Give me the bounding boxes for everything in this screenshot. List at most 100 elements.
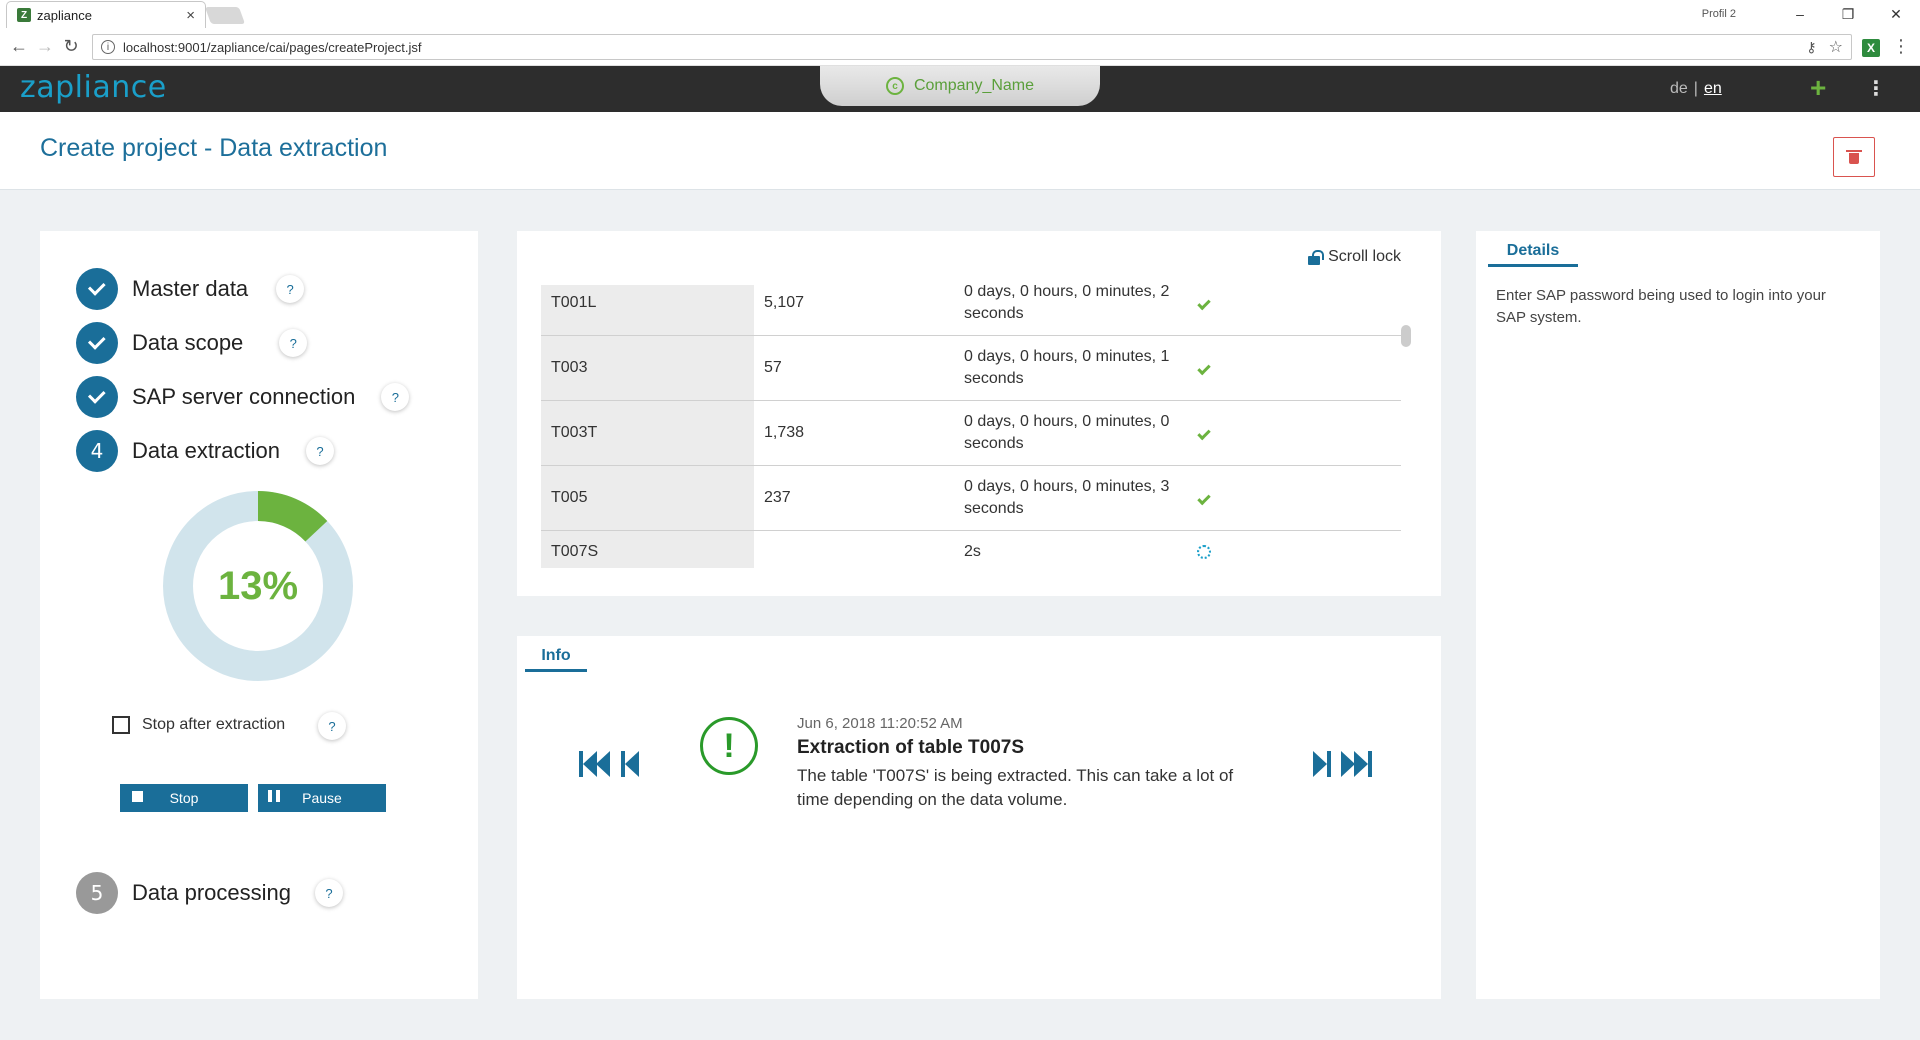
details-text: Enter SAP password being used to login i… (1496, 287, 1826, 326)
step-label: SAP server connection (132, 384, 356, 409)
row-count-cell: 5,107 (764, 294, 805, 311)
browser-menu-icon[interactable]: ⋮ (1892, 36, 1910, 57)
restore-icon[interactable]: ❐ (1824, 6, 1872, 23)
pause-button[interactable]: Pause (258, 784, 386, 812)
url-text[interactable]: localhost:9001/zapliance/cai/pages/creat… (123, 40, 1806, 55)
extension-icon[interactable]: X (1862, 39, 1880, 57)
help-icon[interactable]: ? (276, 275, 305, 303)
company-refresh-icon: c (885, 77, 904, 95)
message-body: The table 'T007S' is being extracted. Th… (797, 766, 1234, 809)
pause-button-label: Pause (302, 790, 342, 806)
table-name-cell: T007S (541, 531, 754, 568)
browser-tab[interactable]: Z zapliance × (6, 1, 206, 28)
bookmark-star-icon[interactable]: ☆ (1829, 37, 1843, 57)
reload-icon[interactable]: ↻ (60, 36, 82, 57)
step-label: Data processing (132, 880, 291, 905)
add-project-plus-icon[interactable]: + (1810, 72, 1826, 104)
help-icon[interactable]: ? (314, 879, 343, 907)
step-check-icon (76, 268, 118, 310)
stop-button[interactable]: Stop (120, 784, 248, 812)
unlock-icon (1308, 250, 1325, 265)
zapliance-favicon-icon: Z (17, 8, 31, 22)
row-count-cell: 237 (764, 489, 791, 506)
step-label: Master data (132, 276, 249, 301)
company-selector[interactable]: c Company_Name (820, 66, 1100, 106)
duration-cell: 0 days, 0 hours, 0 minutes, 2 seconds (964, 285, 1170, 322)
lang-en-link[interactable]: en (1704, 80, 1722, 97)
status-cell (1184, 285, 1224, 335)
delete-project-button[interactable] (1833, 137, 1875, 177)
app-header: zapliance c Company_Name de | en + ⋮ (0, 66, 1920, 112)
table-row: T001L 5,107 0 days, 0 hours, 0 minutes, … (541, 285, 1401, 336)
duration-cell: 2s (964, 542, 981, 560)
tab-info[interactable]: Info (525, 642, 587, 672)
stop-after-checkbox[interactable] (112, 716, 130, 734)
url-field[interactable]: i localhost:9001/zapliance/cai/pages/cre… (92, 34, 1852, 60)
loading-spinner-icon (1197, 544, 1211, 559)
key-icon[interactable]: ⚷ (1806, 39, 1816, 56)
back-arrow-icon[interactable]: ← (8, 36, 30, 57)
step-number: 5 (76, 872, 118, 914)
status-cell (1184, 401, 1224, 465)
next-navigation (1313, 750, 1377, 778)
stop-after-label: Stop after extraction (142, 716, 286, 733)
scroll-lock-toggle[interactable]: Scroll lock (1308, 248, 1401, 266)
duration-cell: 0 days, 0 hours, 0 minutes, 0 seconds (964, 413, 1170, 452)
table-scroll-area[interactable]: T001L 5,107 0 days, 0 hours, 0 minutes, … (541, 285, 1401, 568)
step-label: Data scope (132, 330, 244, 355)
stop-after-extraction-option[interactable]: Stop after extraction (112, 716, 285, 734)
step-label: Data extraction (132, 438, 280, 463)
lang-de-link[interactable]: de (1670, 80, 1688, 97)
next-message-icon[interactable] (1313, 750, 1335, 778)
tab-details[interactable]: Details (1488, 237, 1578, 267)
prev-navigation (579, 750, 643, 778)
close-window-icon[interactable]: ✕ (1872, 6, 1920, 23)
step-number: 4 (76, 430, 118, 472)
help-icon[interactable]: ? (318, 712, 346, 740)
table-scrollbar[interactable] (1401, 325, 1411, 347)
table-name-cell: T003 (541, 336, 754, 400)
message-timestamp: Jun 6, 2018 11:20:52 AM (797, 715, 963, 732)
last-message-icon[interactable] (1341, 750, 1377, 778)
site-info-icon[interactable]: i (101, 40, 115, 54)
exclamation-icon: ! (700, 717, 758, 775)
forward-arrow-icon[interactable]: → (34, 36, 56, 57)
app-menu-icon[interactable]: ⋮ (1866, 76, 1886, 101)
success-check-icon (1197, 361, 1211, 375)
steps-panel: Master data ? Data scope ? SAP server co… (40, 231, 478, 999)
row-count-cell (754, 531, 964, 568)
browser-tab-bar: Z zapliance × Profil 2 – ❐ ✕ (0, 0, 1920, 28)
message-title: Extraction of table T007S (797, 737, 1025, 758)
trash-icon (1846, 150, 1862, 164)
stop-button-label: Stop (169, 790, 199, 806)
step-sap-server-connection[interactable]: SAP server connection ? (76, 376, 410, 418)
duration-cell: 0 days, 0 hours, 0 minutes, 3 seconds (964, 478, 1170, 517)
step-master-data[interactable]: Master data ? (76, 268, 305, 310)
new-tab-button[interactable] (204, 7, 246, 24)
profile-label[interactable]: Profil 2 (1702, 8, 1736, 20)
row-count-cell: 57 (764, 359, 782, 376)
table-name-cell: T001L (541, 285, 754, 335)
help-icon[interactable]: ? (279, 329, 308, 357)
step-data-processing[interactable]: 5 Data processing ? (76, 872, 343, 914)
step-data-scope[interactable]: Data scope ? (76, 322, 308, 364)
previous-message-icon[interactable] (621, 750, 643, 778)
success-check-icon (1197, 426, 1211, 440)
first-message-icon[interactable] (579, 750, 615, 778)
step-data-extraction[interactable]: 4 Data extraction ? (76, 430, 334, 472)
help-icon[interactable]: ? (381, 383, 410, 411)
help-icon[interactable]: ? (305, 437, 334, 465)
browser-tab-title: zapliance (37, 7, 92, 23)
step-check-icon (76, 322, 118, 364)
page-title-bar: Create project - Data extraction (0, 112, 1920, 190)
duration-cell: 0 days, 0 hours, 0 minutes, 1 seconds (964, 348, 1170, 387)
window-controls: Profil 2 – ❐ ✕ (1702, 0, 1920, 28)
pause-icon (268, 790, 280, 802)
minimize-icon[interactable]: – (1776, 6, 1824, 22)
table-name-cell: T003T (541, 401, 754, 465)
row-count-cell: 1,738 (764, 424, 805, 441)
zapliance-logo[interactable]: zapliance (20, 70, 167, 105)
progress-percent: 13% (217, 563, 299, 608)
tab-close-icon[interactable]: × (186, 7, 195, 24)
status-cell (1184, 466, 1224, 530)
